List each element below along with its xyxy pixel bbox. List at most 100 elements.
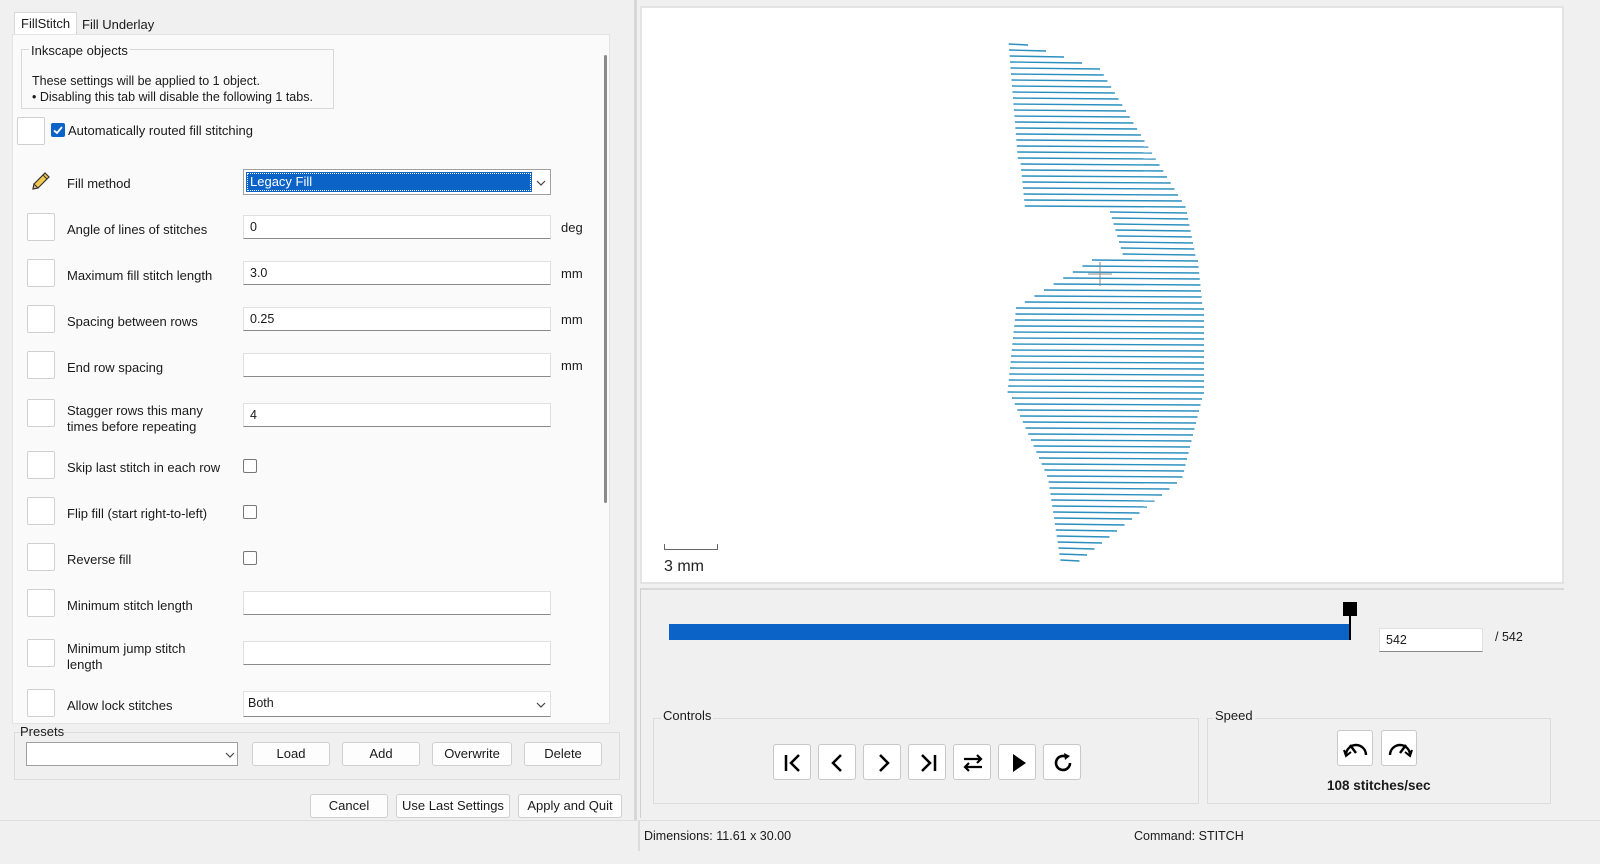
- restart-button[interactable]: [1043, 744, 1081, 780]
- status-divider: [638, 821, 640, 851]
- auto-fill-label: Automatically routed fill stitching: [68, 123, 253, 138]
- angle-toggle-box[interactable]: [27, 213, 55, 241]
- angle-input[interactable]: 0: [243, 215, 551, 239]
- overwrite-button[interactable]: Overwrite: [432, 742, 512, 766]
- stitch-row: [1014, 121, 1134, 124]
- speed-up-button[interactable]: [1381, 730, 1417, 766]
- min-jump-toggle-box[interactable]: [27, 639, 55, 667]
- stitch-row: [1009, 367, 1205, 370]
- scale-label: 3 mm: [664, 558, 704, 575]
- stagger-toggle-box[interactable]: [27, 399, 55, 427]
- flip-fill-checkbox[interactable]: [243, 505, 257, 519]
- load-button[interactable]: Load: [252, 742, 330, 766]
- spacing-toggle-box[interactable]: [27, 305, 55, 333]
- stitch-row: [1056, 535, 1110, 538]
- cancel-button[interactable]: Cancel: [310, 794, 388, 818]
- stitch-row: [1025, 427, 1195, 430]
- stitch-row: [1118, 241, 1194, 244]
- stitch-row: [1055, 529, 1118, 532]
- checkmark-icon: [53, 126, 63, 135]
- stitch-row: [1120, 247, 1195, 250]
- stitch-preview-canvas[interactable]: 3 mm: [640, 6, 1564, 584]
- fill-method-select[interactable]: Legacy Fill: [243, 169, 551, 195]
- swap-arrows-icon: [963, 754, 983, 772]
- spacing-label: Spacing between rows: [67, 314, 198, 329]
- previous-stitch-button[interactable]: [818, 744, 856, 780]
- auto-fill-checkbox[interactable]: [51, 123, 65, 137]
- min-jump-input[interactable]: [243, 641, 551, 665]
- stitch-slider-handle[interactable]: [1343, 602, 1357, 616]
- flip-fill-label: Flip fill (start right-to-left): [67, 506, 208, 521]
- presets-title: Presets: [20, 724, 65, 739]
- max-length-toggle-box[interactable]: [27, 259, 55, 287]
- stitch-row: [1008, 385, 1205, 388]
- refresh-icon: [1054, 753, 1072, 772]
- lock-toggle-box[interactable]: [27, 689, 55, 717]
- add-button[interactable]: Add: [342, 742, 420, 766]
- stitch-row: [1011, 349, 1205, 352]
- stitch-row: [1060, 559, 1080, 562]
- stagger-label-line2: times before repeating: [67, 419, 197, 434]
- stitch-row: [1016, 139, 1145, 142]
- stitch-progress-bar[interactable]: [669, 624, 1349, 640]
- stagger-input[interactable]: 4: [243, 403, 551, 427]
- angle-unit: deg: [561, 220, 583, 235]
- stitch-row: [1057, 541, 1103, 544]
- flip-fill-toggle-box[interactable]: [27, 497, 55, 525]
- stitch-row: [1034, 295, 1202, 298]
- slow-down-button[interactable]: [1337, 730, 1373, 766]
- stitch-total: / 542: [1495, 630, 1523, 644]
- play-button[interactable]: [998, 744, 1036, 780]
- stitch-row: [1023, 193, 1179, 196]
- skip-last-checkbox[interactable]: [243, 459, 257, 473]
- stitch-row: [1091, 259, 1199, 262]
- apply-and-quit-button[interactable]: Apply and Quit: [518, 794, 622, 818]
- reverse-fill-toggle-box[interactable]: [27, 543, 55, 571]
- spacing-input[interactable]: 0.25: [243, 307, 551, 331]
- reverse-fill-checkbox[interactable]: [243, 551, 257, 565]
- presets-select[interactable]: [26, 742, 238, 766]
- last-stitch-button[interactable]: [908, 744, 946, 780]
- stitch-row: [1012, 337, 1205, 340]
- lock-value: Both: [248, 696, 274, 710]
- chevron-down-icon: [225, 752, 235, 758]
- stitch-row: [1011, 355, 1205, 358]
- scale-bar: [664, 544, 718, 550]
- stagger-label-line1: Stagger rows this many: [67, 403, 203, 418]
- panel-splitter[interactable]: [634, 0, 637, 820]
- stitch-row: [1011, 85, 1112, 88]
- use-last-settings-button[interactable]: Use Last Settings: [396, 794, 510, 818]
- direction-toggle-button[interactable]: [953, 744, 991, 780]
- min-jump-label-line2: length: [67, 657, 103, 672]
- skip-last-toggle-box[interactable]: [27, 451, 55, 479]
- lock-label: Allow lock stitches: [67, 698, 173, 713]
- min-stitch-label: Minimum stitch length: [67, 598, 193, 613]
- info-line-1: These settings will be applied to 1 obje…: [32, 74, 260, 88]
- tab-fillstitch[interactable]: FillStitch: [14, 12, 78, 34]
- stitch-row: [1024, 205, 1186, 208]
- stitch-row: [1024, 199, 1182, 202]
- current-stitch-input[interactable]: 542: [1379, 628, 1483, 652]
- end-spacing-input[interactable]: [243, 353, 551, 377]
- min-jump-label-line1: Minimum jump stitch: [67, 641, 186, 656]
- tab-fill-underlay[interactable]: Fill Underlay: [80, 17, 156, 32]
- next-stitch-button[interactable]: [863, 744, 901, 780]
- stitch-row: [1053, 517, 1133, 520]
- faster-icon: [1388, 743, 1413, 758]
- stitch-row: [1115, 229, 1191, 232]
- stitch-row: [1022, 421, 1197, 424]
- min-stitch-toggle-box[interactable]: [27, 589, 55, 617]
- spacing-unit: mm: [561, 312, 583, 327]
- status-bar: Dimensions: 11.61 x 30.00 Command: STITC…: [0, 820, 1600, 864]
- lock-select[interactable]: Both: [243, 691, 551, 717]
- auto-fill-toggle-box[interactable]: [17, 117, 45, 145]
- delete-button[interactable]: Delete: [524, 742, 602, 766]
- stitch-row: [1063, 277, 1200, 280]
- stitch-row: [1053, 511, 1140, 514]
- first-stitch-button[interactable]: [773, 744, 811, 780]
- end-spacing-toggle-box[interactable]: [27, 351, 55, 379]
- min-stitch-input[interactable]: [243, 591, 551, 615]
- max-length-input[interactable]: 3.0: [243, 261, 551, 285]
- vertical-scrollbar[interactable]: [604, 55, 607, 503]
- max-length-unit: mm: [561, 266, 583, 281]
